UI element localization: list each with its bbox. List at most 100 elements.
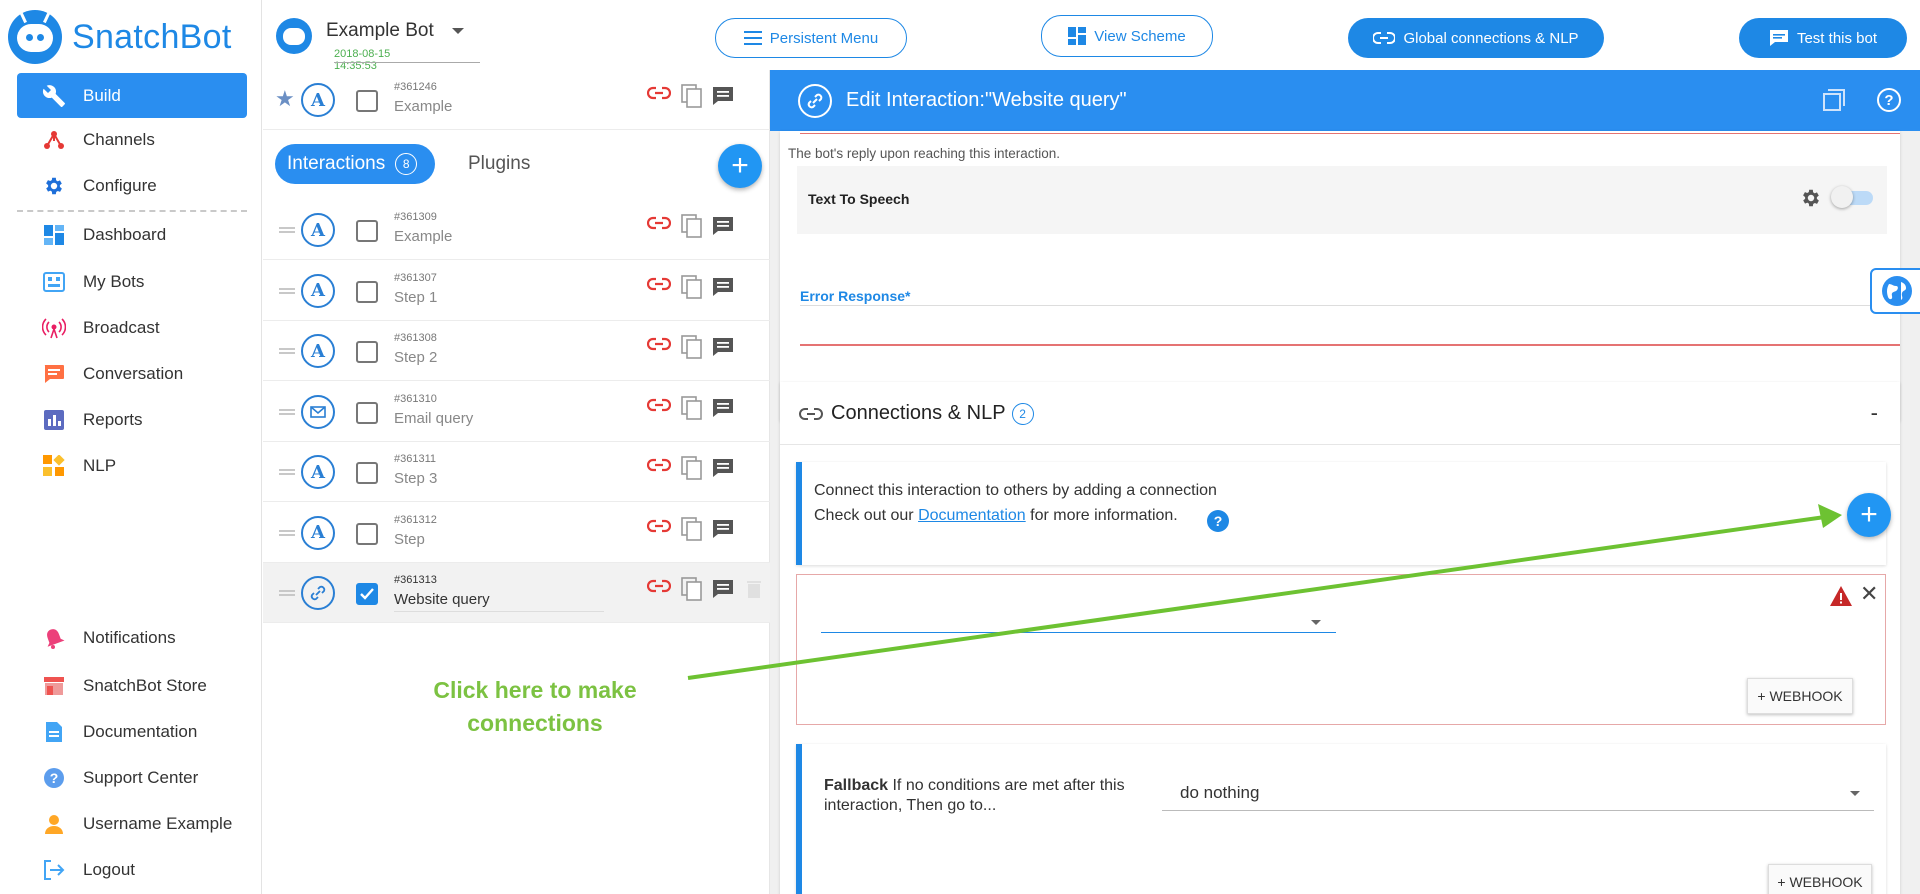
connection-target-select[interactable] xyxy=(821,632,1336,633)
info-text: Connect this interaction to others by ad… xyxy=(814,482,1217,499)
text-to-speech-row: Text To Speech xyxy=(797,166,1887,234)
help-icon[interactable]: ? xyxy=(1207,510,1229,532)
link-icon[interactable] xyxy=(646,216,672,235)
interactions-panel: ★ A #361246 Example Interactions 8 Plugi… xyxy=(263,70,770,894)
connections-header[interactable]: Connections & NLP 2 xyxy=(799,402,1034,425)
dashboard-icon xyxy=(41,223,67,247)
view-scheme-button[interactable]: View Scheme xyxy=(1041,15,1213,57)
star-icon[interactable]: ★ xyxy=(275,86,295,112)
bot-selector[interactable]: Example Bot 2018-08-15 14:35:53 xyxy=(276,18,480,72)
link-icon[interactable] xyxy=(646,579,672,598)
trash-icon[interactable] xyxy=(747,580,761,603)
copy-icon[interactable] xyxy=(681,516,703,546)
interaction-row[interactable]: A #361312 Step xyxy=(263,503,770,563)
drag-handle-icon[interactable] xyxy=(279,590,295,596)
channels-icon xyxy=(41,128,67,152)
sidebar-item-build[interactable]: Build xyxy=(17,73,247,118)
language-globe-button[interactable] xyxy=(1870,268,1920,314)
comment-icon[interactable] xyxy=(712,458,734,483)
starred-interaction-row[interactable]: ★ A #361246 Example xyxy=(263,70,770,130)
chevron-down-icon[interactable] xyxy=(1311,620,1321,625)
sidebar-item-broadcast[interactable]: Broadcast xyxy=(17,308,247,348)
sidebar-item-conversation[interactable]: Conversation xyxy=(17,354,247,394)
tab-plugins[interactable]: Plugins xyxy=(468,153,530,175)
maximize-icon[interactable] xyxy=(1822,88,1846,117)
sidebar-item-label: Documentation xyxy=(83,722,198,741)
test-bot-button[interactable]: Test this bot xyxy=(1739,18,1907,58)
row-checkbox[interactable] xyxy=(356,462,378,484)
logo[interactable]: SnatchBot xyxy=(8,10,232,64)
sidebar-item-configure[interactable]: Configure xyxy=(17,166,247,206)
row-checkbox[interactable] xyxy=(356,220,378,242)
close-icon[interactable]: ✕ xyxy=(1860,581,1878,607)
link-icon[interactable] xyxy=(646,86,672,105)
copy-icon[interactable] xyxy=(681,395,703,425)
drag-handle-icon[interactable] xyxy=(279,287,295,294)
sidebar-item-nlp[interactable]: NLP xyxy=(17,446,247,486)
sidebar-item-store[interactable]: SnatchBot Store xyxy=(17,666,247,706)
link-icon[interactable] xyxy=(646,398,672,417)
sidebar-item-support[interactable]: ? Support Center xyxy=(17,758,247,798)
row-checkbox[interactable] xyxy=(356,341,378,363)
sidebar-item-user[interactable]: Username Example xyxy=(17,804,247,844)
copy-icon[interactable] xyxy=(681,335,703,364)
fallback-select[interactable]: do nothing xyxy=(1162,779,1874,811)
sidebar-item-my-bots[interactable]: My Bots xyxy=(17,262,247,302)
comment-icon[interactable] xyxy=(712,337,734,362)
copy-icon[interactable] xyxy=(681,456,703,485)
link-icon[interactable] xyxy=(646,458,672,477)
copy-icon[interactable] xyxy=(681,84,703,113)
interaction-name: Website query xyxy=(394,591,490,608)
interaction-row[interactable]: A #361308 Step 2 xyxy=(263,321,770,381)
drag-handle-icon[interactable] xyxy=(279,529,295,536)
tab-interactions[interactable]: Interactions 8 xyxy=(275,144,435,184)
copy-icon[interactable] xyxy=(681,274,703,304)
row-checkbox[interactable] xyxy=(356,401,378,424)
comment-icon[interactable] xyxy=(712,277,734,302)
webhook-button[interactable]: + WEBHOOK xyxy=(1747,678,1853,714)
gear-icon[interactable] xyxy=(1800,187,1822,214)
row-checkbox[interactable] xyxy=(356,583,378,605)
copy-icon[interactable] xyxy=(681,577,703,606)
interaction-row[interactable]: #361310 Email query xyxy=(263,382,770,442)
interaction-row[interactable]: #361313 Website query xyxy=(263,563,770,623)
comment-icon[interactable] xyxy=(712,86,734,111)
sidebar-item-reports[interactable]: Reports xyxy=(17,400,247,440)
sidebar-item-channels[interactable]: Channels xyxy=(17,120,247,160)
tts-toggle-knob[interactable] xyxy=(1831,186,1853,208)
help-icon[interactable]: ? xyxy=(1877,88,1901,112)
link-icon[interactable] xyxy=(646,277,672,296)
persistent-menu-button[interactable]: Persistent Menu xyxy=(715,18,907,58)
row-checkbox[interactable] xyxy=(356,522,378,545)
drag-handle-icon[interactable] xyxy=(279,408,295,415)
interaction-name: Email query xyxy=(394,409,474,427)
interaction-row[interactable]: A #361309 Example xyxy=(263,200,770,260)
sidebar-item-notifications[interactable]: Notifications xyxy=(17,618,247,658)
documentation-link[interactable]: Documentation xyxy=(918,507,1026,524)
row-checkbox[interactable] xyxy=(356,90,378,112)
sidebar-item-documentation[interactable]: Documentation xyxy=(17,712,247,752)
comment-icon[interactable] xyxy=(712,398,734,423)
interaction-id: #361313 xyxy=(394,574,437,586)
row-checkbox[interactable] xyxy=(356,280,378,303)
fallback-webhook-button[interactable]: + WEBHOOK xyxy=(1768,864,1872,894)
drag-handle-icon[interactable] xyxy=(279,227,295,233)
collapse-button[interactable]: - xyxy=(1871,400,1878,426)
drag-handle-icon[interactable] xyxy=(279,469,295,475)
interaction-row[interactable]: A #361307 Step 1 xyxy=(263,261,770,321)
add-interaction-button[interactable]: + xyxy=(718,144,762,188)
global-connections-button[interactable]: Global connections & NLP xyxy=(1348,18,1604,58)
sidebar-item-dashboard[interactable]: Dashboard xyxy=(17,215,247,255)
comment-icon[interactable] xyxy=(712,519,734,544)
link-icon[interactable] xyxy=(646,519,672,538)
error-response-input[interactable] xyxy=(800,344,1900,346)
drag-handle-icon[interactable] xyxy=(279,348,295,354)
interaction-name: Step 1 xyxy=(394,288,438,306)
sidebar-item-logout[interactable]: Logout xyxy=(17,850,247,890)
interaction-row[interactable]: A #361311 Step 3 xyxy=(263,442,770,502)
comment-icon[interactable] xyxy=(712,216,734,241)
comment-icon[interactable] xyxy=(712,579,734,604)
add-connection-button[interactable]: + xyxy=(1847,493,1891,537)
link-icon[interactable] xyxy=(646,337,672,356)
copy-icon[interactable] xyxy=(681,214,703,243)
